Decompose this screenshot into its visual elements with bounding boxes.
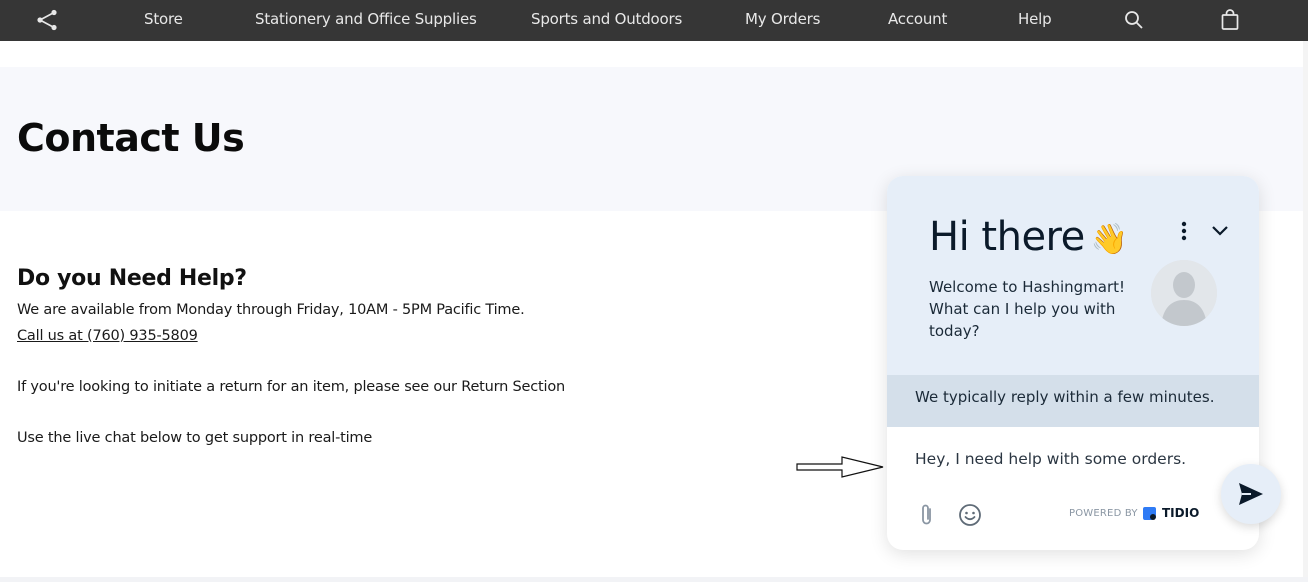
share-icon[interactable] bbox=[34, 8, 60, 32]
waving-hand-icon: 👋 bbox=[1090, 221, 1128, 257]
agent-avatar bbox=[1151, 260, 1217, 326]
nav-stationery-office-supplies[interactable]: Stationery and Office Supplies bbox=[255, 0, 477, 41]
send-message-button[interactable] bbox=[1221, 464, 1281, 524]
nav-store[interactable]: Store bbox=[144, 0, 183, 41]
emoji-icon[interactable] bbox=[958, 503, 982, 527]
nav-sports-outdoors[interactable]: Sports and Outdoors bbox=[531, 0, 682, 41]
paperclip-icon[interactable] bbox=[917, 502, 937, 528]
chat-greeting-text: Hi there bbox=[929, 214, 1085, 260]
top-navigation: Store Stationery and Office Supplies Spo… bbox=[0, 0, 1308, 41]
chat-widget: Hi there 👋 Welcome to Hashingmart! What c… bbox=[887, 176, 1259, 550]
nav-my-orders[interactable]: My Orders bbox=[745, 0, 820, 41]
search-icon[interactable] bbox=[1121, 8, 1147, 32]
footer-divider bbox=[0, 577, 1308, 582]
arrow-pointer-icon bbox=[796, 455, 886, 486]
chat-welcome-message: Welcome to Hashingmart! What can I help … bbox=[929, 278, 1126, 340]
nav-account[interactable]: Account bbox=[888, 0, 947, 41]
chat-message-input[interactable] bbox=[915, 450, 1215, 468]
tidio-logo-icon bbox=[1143, 507, 1156, 520]
powered-by-label: POWERED BY bbox=[1069, 508, 1138, 519]
tidio-brand-text: TIDIO bbox=[1162, 506, 1200, 520]
page-title: Contact Us bbox=[17, 116, 245, 160]
chevron-down-icon[interactable] bbox=[1209, 220, 1231, 242]
call-us-link[interactable]: Call us at (760) 935-5809 bbox=[17, 328, 198, 344]
scrollbar-track[interactable] bbox=[1303, 41, 1308, 582]
chat-greeting: Hi there 👋 bbox=[929, 214, 1128, 260]
reply-notice-text: We typically reply within a few minutes. bbox=[915, 388, 1215, 406]
top-spacer bbox=[0, 41, 1308, 67]
tidio-logo[interactable]: TIDIO bbox=[1142, 505, 1199, 521]
availability-text: We are available from Monday through Fri… bbox=[17, 302, 525, 318]
live-chat-text: Use the live chat below to get support i… bbox=[17, 430, 373, 446]
help-heading: Do you Need Help? bbox=[17, 266, 247, 291]
nav-help[interactable]: Help bbox=[1018, 0, 1052, 41]
more-options-icon[interactable] bbox=[1175, 220, 1193, 242]
return-section-text: If you're looking to initiate a return f… bbox=[17, 379, 566, 395]
shopping-bag-icon[interactable] bbox=[1217, 8, 1243, 32]
send-icon bbox=[1239, 483, 1263, 505]
